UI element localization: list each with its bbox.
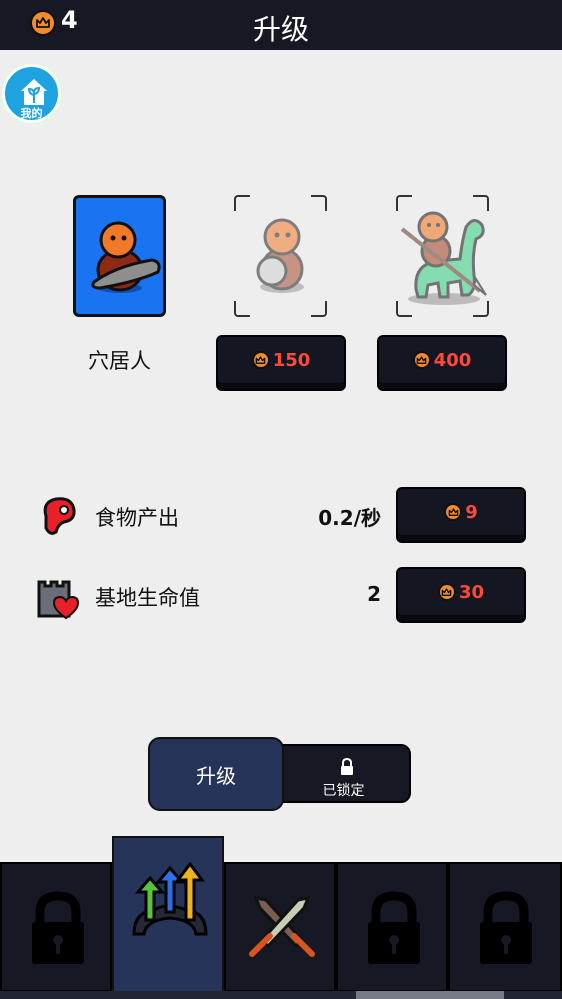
lock-icon — [480, 891, 532, 964]
home-sprout-icon — [21, 79, 47, 105]
upgrade-tab-label: 升级 — [196, 763, 236, 788]
stat-value-base-hp: 2 — [367, 582, 381, 606]
crossed-swords-icon — [249, 895, 315, 957]
cost-value: 30 — [458, 581, 485, 603]
cost-value: 9 — [465, 501, 478, 523]
shield-warrior-icon — [256, 218, 304, 293]
upgrade-base-hp-button[interactable]: 30 — [396, 567, 526, 623]
tab-locked-2[interactable] — [336, 862, 448, 992]
lock-icon — [341, 758, 353, 775]
locked-tab[interactable]: 已锁定 — [272, 744, 411, 803]
dino-rider-icon — [400, 211, 487, 305]
scrollbar-thumb[interactable] — [356, 991, 504, 999]
crown-icon — [412, 351, 431, 369]
locked-label: 已锁定 — [322, 783, 365, 799]
stat-value-food: 0.2/秒 — [318, 506, 381, 530]
tab-locked-3[interactable] — [448, 862, 562, 992]
tab-upgrade[interactable] — [112, 836, 224, 999]
top-bar: 4 升级 — [0, 0, 562, 50]
tab-battle[interactable] — [224, 862, 336, 992]
stat-label-base-hp: 基地生命值 — [95, 586, 200, 610]
my-label: 我的 — [20, 107, 43, 120]
upgrade-food-button[interactable]: 9 — [396, 487, 526, 543]
upgrade-tab[interactable]: 升级 — [148, 737, 284, 811]
lock-icon — [32, 891, 84, 964]
lock-icon — [368, 891, 420, 964]
unit-card-shield-warrior[interactable] — [234, 195, 327, 317]
unit-card-dino-rider[interactable] — [396, 195, 489, 317]
upgrade-arrows-icon — [132, 862, 208, 936]
scrollbar[interactable] — [0, 991, 562, 999]
caveman-icon — [91, 221, 161, 293]
unit-card-caveman[interactable] — [73, 195, 166, 317]
page-title: 升级 — [252, 13, 309, 46]
tab-locked-1[interactable] — [0, 862, 112, 992]
price-value: 400 — [433, 349, 472, 371]
meat-icon — [43, 497, 76, 535]
crown-icon — [251, 351, 270, 369]
my-home-button[interactable]: 我的 — [2, 64, 61, 123]
crown-icon — [444, 503, 463, 521]
crown-icon — [437, 583, 456, 601]
price-value: 150 — [272, 349, 311, 371]
unit-name-caveman: 穴居人 — [88, 349, 151, 373]
unlock-dino-rider-button[interactable]: 400 — [377, 335, 507, 391]
castle-heart-icon — [37, 580, 80, 620]
unlock-shield-warrior-button[interactable]: 150 — [216, 335, 346, 391]
stat-label-food: 食物产出 — [95, 506, 179, 530]
